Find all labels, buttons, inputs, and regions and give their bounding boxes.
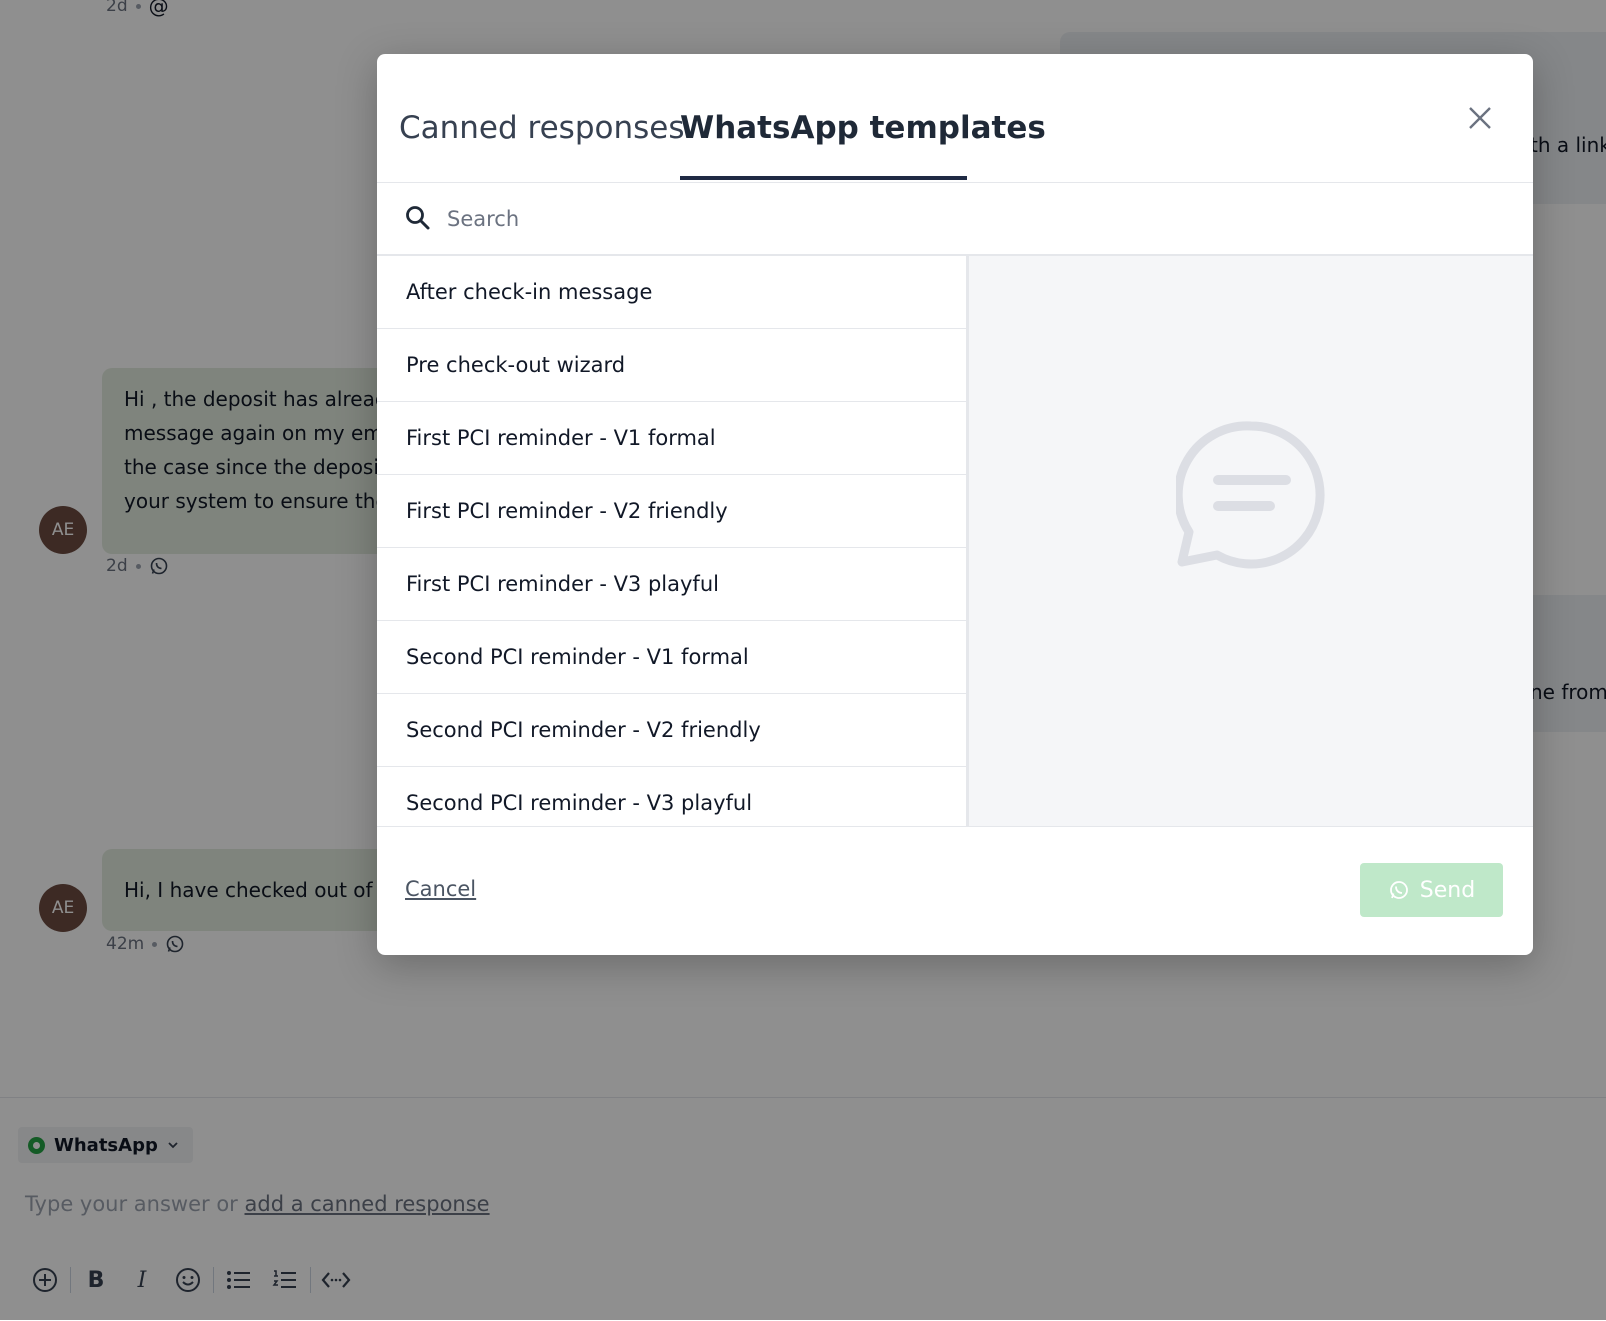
template-list: After check-in message Pre check-out wiz…: [377, 256, 969, 826]
modal-tabs: Canned responses WhatsApp templates: [377, 54, 1533, 183]
template-item[interactable]: Second PCI reminder - V3 playful: [377, 767, 966, 826]
template-item[interactable]: First PCI reminder - V3 playful: [377, 548, 966, 621]
template-item[interactable]: Pre check-out wizard: [377, 329, 966, 402]
active-tab-indicator: [680, 176, 967, 180]
template-item[interactable]: Second PCI reminder - V1 formal: [377, 621, 966, 694]
template-preview: [969, 256, 1533, 826]
search-input[interactable]: [445, 196, 1489, 242]
close-icon: [1469, 107, 1491, 129]
template-item[interactable]: First PCI reminder - V2 friendly: [377, 475, 966, 548]
template-item[interactable]: First PCI reminder - V1 formal: [377, 402, 966, 475]
search-bar: [377, 182, 1533, 256]
send-label: Send: [1419, 877, 1476, 903]
close-button[interactable]: [1462, 100, 1498, 136]
chat-bubble-icon: [1176, 421, 1325, 569]
modal-footer: Cancel Send: [377, 826, 1533, 955]
template-item[interactable]: After check-in message: [377, 256, 966, 329]
whatsapp-icon: [1389, 881, 1408, 899]
send-button[interactable]: Send: [1360, 863, 1503, 917]
template-picker-modal: Canned responses WhatsApp templates Afte…: [377, 54, 1533, 955]
search-icon: [406, 206, 430, 230]
template-item[interactable]: Second PCI reminder - V2 friendly: [377, 694, 966, 767]
cancel-button[interactable]: Cancel: [405, 877, 476, 901]
tab-canned-responses[interactable]: Canned responses: [399, 110, 685, 146]
tab-whatsapp-templates[interactable]: WhatsApp templates: [680, 110, 1046, 146]
